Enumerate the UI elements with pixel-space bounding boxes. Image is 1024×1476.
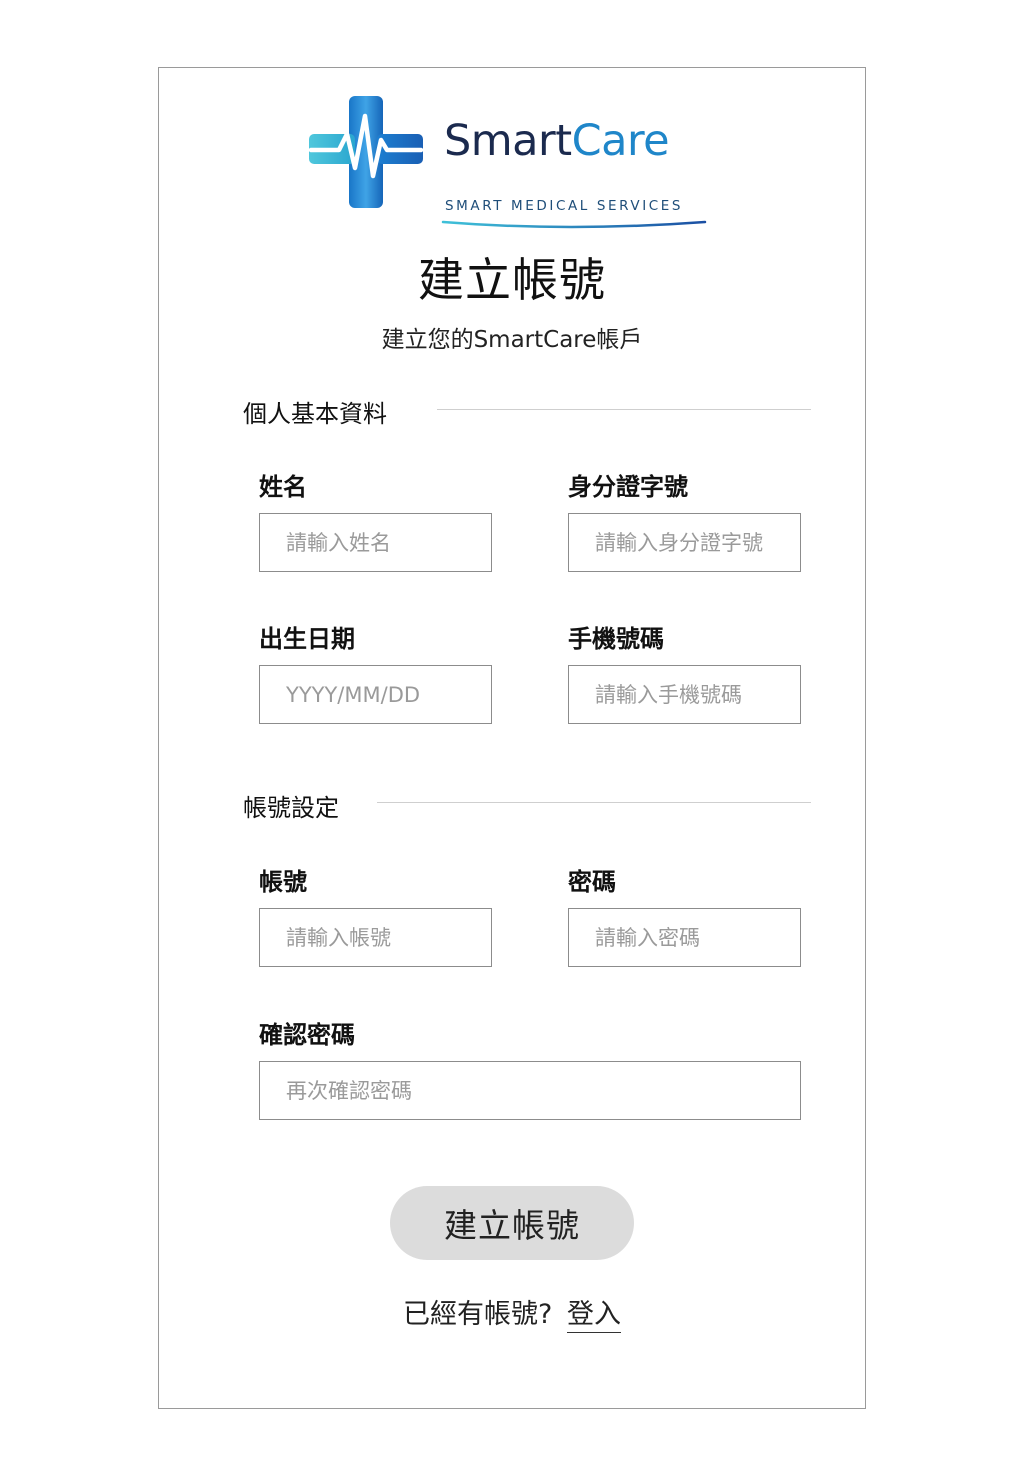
medical-cross-heartbeat-icon	[309, 96, 424, 208]
id-number-label: 身分證字號	[568, 473, 688, 501]
section-divider-personal	[437, 409, 811, 410]
id-number-input[interactable]	[568, 513, 801, 572]
brand-name-part2: Care	[571, 116, 670, 166]
brand-name: SmartCare	[444, 116, 670, 166]
confirm-password-input[interactable]	[259, 1061, 801, 1120]
name-input[interactable]	[259, 513, 492, 572]
section-divider-account	[377, 802, 811, 803]
phone-input[interactable]	[568, 665, 801, 724]
birthdate-input[interactable]	[259, 665, 492, 724]
confirm-password-label: 確認密碼	[259, 1021, 355, 1049]
login-prompt: 已經有帳號? 登入	[159, 1292, 865, 1333]
name-label: 姓名	[259, 473, 307, 501]
username-label: 帳號	[259, 868, 307, 896]
login-link[interactable]: 登入	[566, 1299, 621, 1333]
section-title-account: 帳號設定	[243, 794, 339, 822]
brand-name-part1: Smart	[444, 116, 572, 166]
have-account-text: 已經有帳號?	[403, 1299, 553, 1330]
brand-tagline: SMART MEDICAL SERVICES	[445, 198, 684, 214]
username-input[interactable]	[259, 908, 492, 967]
smartcare-logo: SmartCare SMART MEDICAL SERVICES	[309, 94, 709, 229]
create-account-button[interactable]: 建立帳號	[390, 1186, 634, 1260]
brand-swoosh	[441, 220, 707, 229]
page-subtitle: 建立您的SmartCare帳戶	[381, 327, 643, 353]
page-title: 建立帳號	[418, 253, 606, 307]
password-input[interactable]	[568, 908, 801, 967]
signup-card: SmartCare SMART MEDICAL SERVICES 建立帳號 建立…	[158, 67, 866, 1409]
password-label: 密碼	[568, 868, 616, 896]
section-title-personal: 個人基本資料	[243, 400, 387, 428]
birthdate-label: 出生日期	[259, 625, 355, 653]
phone-label: 手機號碼	[568, 625, 664, 653]
